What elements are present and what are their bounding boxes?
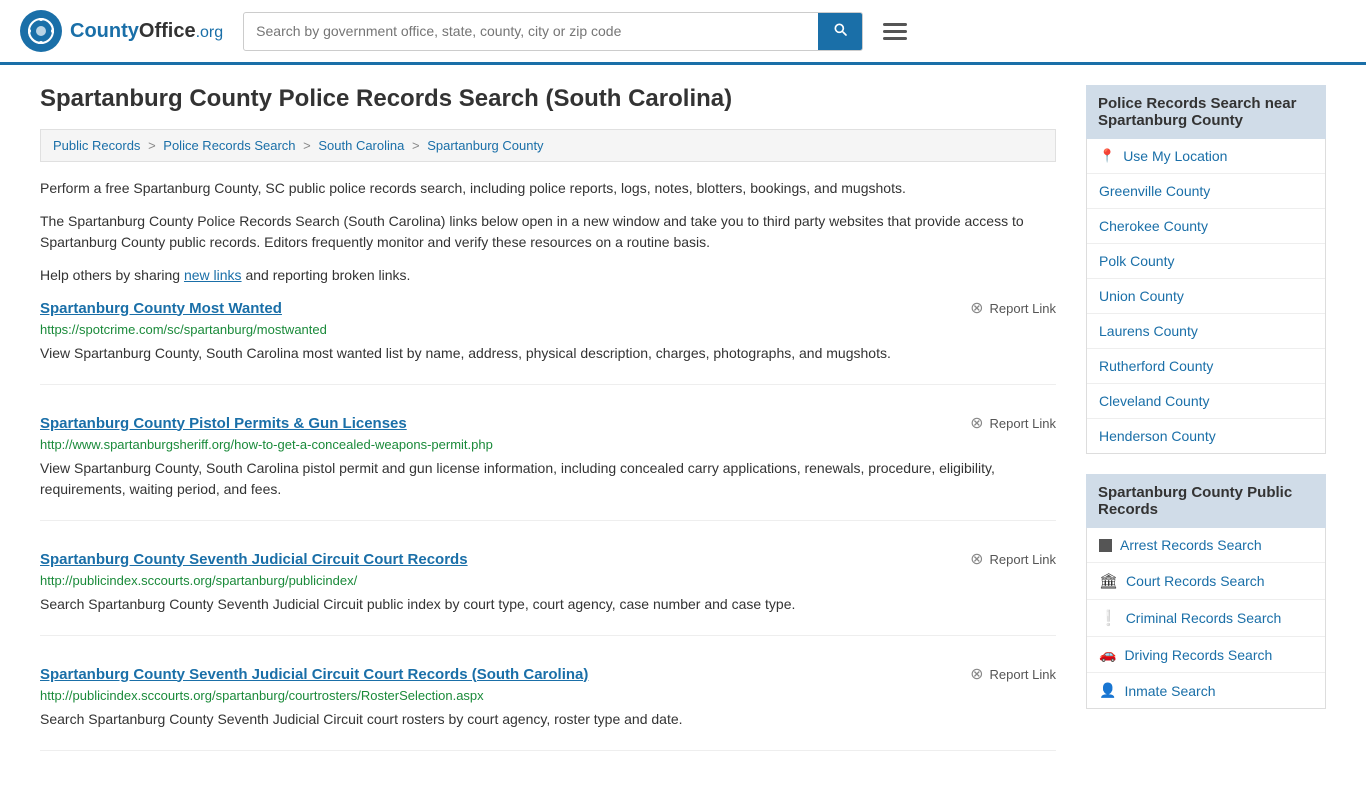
public-records-item-3[interactable]: 🚗 Driving Records Search bbox=[1087, 637, 1325, 673]
nearby-county-item-3[interactable]: Union County bbox=[1087, 279, 1325, 314]
report-icon-1: ⊗ bbox=[970, 413, 983, 433]
report-link-button-2[interactable]: ⊗ Report Link bbox=[970, 549, 1056, 569]
result-desc-1: View Spartanburg County, South Carolina … bbox=[40, 458, 1056, 500]
nearby-section: Police Records Search near Spartanburg C… bbox=[1086, 85, 1326, 454]
public-records-link-4[interactable]: Inmate Search bbox=[1124, 683, 1215, 699]
nearby-county-link-3[interactable]: Union County bbox=[1099, 288, 1184, 304]
main-container: Spartanburg County Police Records Search… bbox=[0, 65, 1366, 799]
results-list: Spartanburg County Most Wanted ⊗ Report … bbox=[40, 298, 1056, 751]
public-records-section: Spartanburg County Public Records Arrest… bbox=[1086, 474, 1326, 709]
nearby-section-title: Police Records Search near Spartanburg C… bbox=[1086, 85, 1326, 139]
public-records-item-1[interactable]: 🏛 Court Records Search bbox=[1087, 563, 1325, 600]
new-links[interactable]: new links bbox=[184, 267, 242, 283]
person-icon: 👤 bbox=[1099, 682, 1116, 699]
description-1: Perform a free Spartanburg County, SC pu… bbox=[40, 178, 1056, 199]
public-records-link-3[interactable]: Driving Records Search bbox=[1124, 647, 1272, 663]
public-records-link-2[interactable]: Criminal Records Search bbox=[1126, 610, 1282, 626]
nearby-county-link-1[interactable]: Cherokee County bbox=[1099, 218, 1208, 234]
result-title-0[interactable]: Spartanburg County Most Wanted bbox=[40, 300, 282, 317]
nearby-county-item-2[interactable]: Polk County bbox=[1087, 244, 1325, 279]
breadcrumb-public-records[interactable]: Public Records bbox=[53, 138, 140, 153]
description-2: The Spartanburg County Police Records Se… bbox=[40, 211, 1056, 253]
report-link-label-0: Report Link bbox=[990, 301, 1056, 316]
nearby-list: 📍 Use My Location Greenville County Chero… bbox=[1086, 139, 1326, 454]
search-button[interactable] bbox=[818, 13, 862, 50]
exclaim-icon: ❕ bbox=[1099, 609, 1118, 627]
breadcrumb-south-carolina[interactable]: South Carolina bbox=[318, 138, 404, 153]
result-item-3: Spartanburg County Seventh Judicial Circ… bbox=[40, 664, 1056, 751]
nearby-county-link-5[interactable]: Rutherford County bbox=[1099, 358, 1213, 374]
result-url-3[interactable]: http://publicindex.sccourts.org/spartanb… bbox=[40, 688, 1056, 703]
public-records-title: Spartanburg County Public Records bbox=[1086, 474, 1326, 528]
result-desc-3: Search Spartanburg County Seventh Judici… bbox=[40, 709, 1056, 730]
nearby-county-item-5[interactable]: Rutherford County bbox=[1087, 349, 1325, 384]
public-records-item-0[interactable]: Arrest Records Search bbox=[1087, 528, 1325, 563]
nearby-county-link-0[interactable]: Greenville County bbox=[1099, 183, 1210, 199]
logo[interactable]: CountyOffice.org bbox=[20, 10, 223, 52]
report-link-button-0[interactable]: ⊗ Report Link bbox=[970, 298, 1056, 318]
page-title: Spartanburg County Police Records Search… bbox=[40, 85, 1056, 113]
result-desc-2: Search Spartanburg County Seventh Judici… bbox=[40, 594, 1056, 615]
result-item-0: Spartanburg County Most Wanted ⊗ Report … bbox=[40, 298, 1056, 385]
breadcrumb-spartanburg-county[interactable]: Spartanburg County bbox=[427, 138, 543, 153]
nearby-county-item-7[interactable]: Henderson County bbox=[1087, 419, 1325, 453]
public-records-list: Arrest Records Search 🏛 Court Records Se… bbox=[1086, 528, 1326, 709]
result-title-3[interactable]: Spartanburg County Seventh Judicial Circ… bbox=[40, 666, 588, 683]
public-records-link-0[interactable]: Arrest Records Search bbox=[1120, 537, 1262, 553]
nearby-county-link-4[interactable]: Laurens County bbox=[1099, 323, 1198, 339]
pillars-icon: 🏛 bbox=[1099, 572, 1118, 590]
location-icon: 📍 bbox=[1099, 148, 1115, 164]
breadcrumb-police-records-search[interactable]: Police Records Search bbox=[163, 138, 295, 153]
result-header-3: Spartanburg County Seventh Judicial Circ… bbox=[40, 664, 1056, 684]
result-url-2[interactable]: http://publicindex.sccourts.org/spartanb… bbox=[40, 573, 1056, 588]
site-header: CountyOffice.org bbox=[0, 0, 1366, 65]
report-link-button-1[interactable]: ⊗ Report Link bbox=[970, 413, 1056, 433]
result-header-0: Spartanburg County Most Wanted ⊗ Report … bbox=[40, 298, 1056, 318]
result-title-1[interactable]: Spartanburg County Pistol Permits & Gun … bbox=[40, 415, 407, 432]
result-item-1: Spartanburg County Pistol Permits & Gun … bbox=[40, 413, 1056, 521]
result-url-1[interactable]: http://www.spartanburgsheriff.org/how-to… bbox=[40, 437, 1056, 452]
logo-icon bbox=[20, 10, 62, 52]
breadcrumb: Public Records > Police Records Search >… bbox=[40, 129, 1056, 162]
report-link-label-2: Report Link bbox=[990, 552, 1056, 567]
nearby-county-item-0[interactable]: Greenville County bbox=[1087, 174, 1325, 209]
square-icon bbox=[1099, 539, 1112, 552]
report-icon-2: ⊗ bbox=[970, 549, 983, 569]
result-url-0[interactable]: https://spotcrime.com/sc/spartanburg/mos… bbox=[40, 322, 1056, 337]
report-link-label-3: Report Link bbox=[990, 667, 1056, 682]
use-location-item[interactable]: 📍 Use My Location bbox=[1087, 139, 1325, 174]
result-item-2: Spartanburg County Seventh Judicial Circ… bbox=[40, 549, 1056, 636]
report-link-button-3[interactable]: ⊗ Report Link bbox=[970, 664, 1056, 684]
report-link-label-1: Report Link bbox=[990, 416, 1056, 431]
car-icon: 🚗 bbox=[1099, 646, 1116, 663]
report-icon-0: ⊗ bbox=[970, 298, 983, 318]
nearby-county-item-4[interactable]: Laurens County bbox=[1087, 314, 1325, 349]
use-location-link[interactable]: Use My Location bbox=[1123, 148, 1227, 164]
nearby-county-item-1[interactable]: Cherokee County bbox=[1087, 209, 1325, 244]
result-header-2: Spartanburg County Seventh Judicial Circ… bbox=[40, 549, 1056, 569]
content-area: Spartanburg County Police Records Search… bbox=[40, 85, 1056, 779]
nearby-county-link-7[interactable]: Henderson County bbox=[1099, 428, 1216, 444]
nearby-county-item-6[interactable]: Cleveland County bbox=[1087, 384, 1325, 419]
report-icon-3: ⊗ bbox=[970, 664, 983, 684]
nearby-county-link-6[interactable]: Cleveland County bbox=[1099, 393, 1210, 409]
description-3: Help others by sharing new links and rep… bbox=[40, 265, 1056, 286]
sidebar: Police Records Search near Spartanburg C… bbox=[1086, 85, 1326, 779]
result-title-2[interactable]: Spartanburg County Seventh Judicial Circ… bbox=[40, 551, 468, 568]
menu-button[interactable] bbox=[883, 23, 907, 40]
public-records-link-1[interactable]: Court Records Search bbox=[1126, 573, 1265, 589]
nearby-county-link-2[interactable]: Polk County bbox=[1099, 253, 1174, 269]
search-bar bbox=[243, 12, 863, 51]
search-input[interactable] bbox=[244, 15, 818, 47]
public-records-item-4[interactable]: 👤 Inmate Search bbox=[1087, 673, 1325, 708]
result-header-1: Spartanburg County Pistol Permits & Gun … bbox=[40, 413, 1056, 433]
result-desc-0: View Spartanburg County, South Carolina … bbox=[40, 343, 1056, 364]
public-records-item-2[interactable]: ❕ Criminal Records Search bbox=[1087, 600, 1325, 637]
logo-text: CountyOffice.org bbox=[70, 20, 223, 43]
